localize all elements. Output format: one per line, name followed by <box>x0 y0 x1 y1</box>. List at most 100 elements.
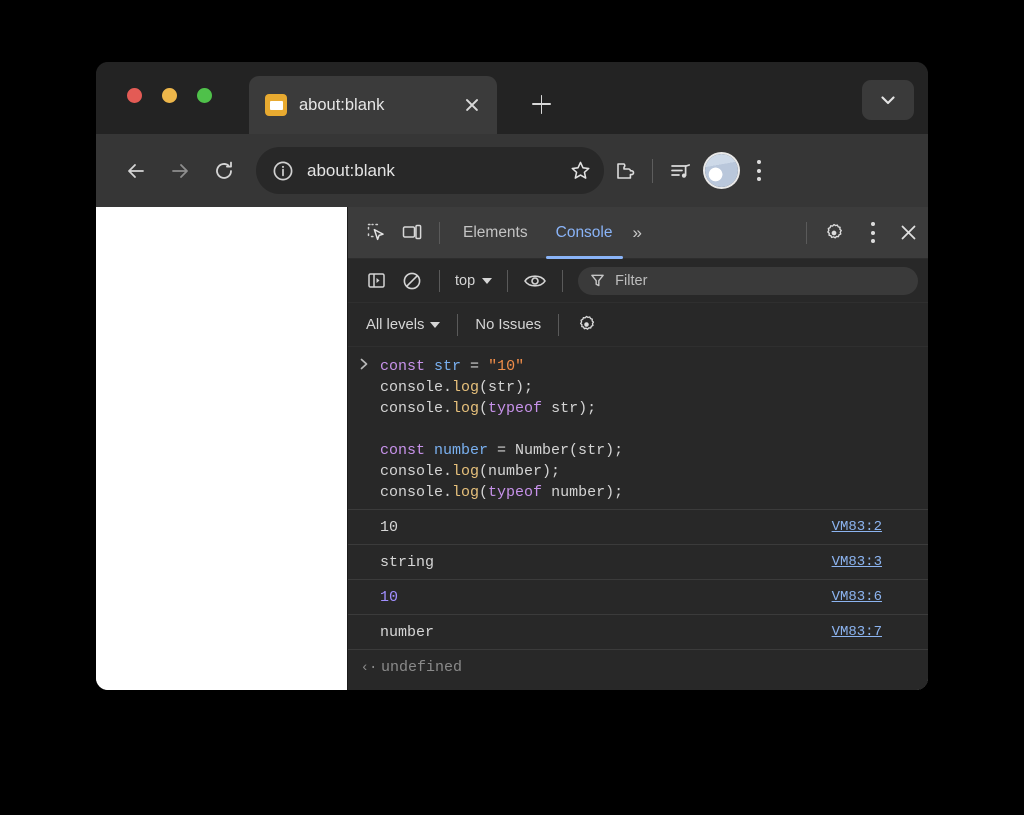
code-token-plain: (number); <box>479 463 561 480</box>
close-icon[interactable] <box>890 215 926 251</box>
console-source-link[interactable]: VM83:2 <box>832 519 882 535</box>
tab-strip: about:blank <box>96 62 928 134</box>
code-token-kw: const <box>380 358 426 375</box>
chevron-down-icon <box>881 96 895 105</box>
minimize-window-button[interactable] <box>162 88 177 103</box>
devtools-panel: Elements Console » top Filter All levels… <box>347 207 928 690</box>
console-settings-gear-icon[interactable] <box>568 307 604 343</box>
more-tabs-icon[interactable]: » <box>627 207 647 259</box>
console-output-row: string VM83:3 <box>348 544 928 579</box>
issues-counter[interactable]: No Issues <box>467 317 549 333</box>
back-button[interactable] <box>114 149 158 193</box>
tab-elements[interactable]: Elements <box>449 207 542 259</box>
devtools-tabbar: Elements Console » <box>348 207 928 259</box>
tab-search-button[interactable] <box>862 80 914 120</box>
filterbar-divider-2 <box>507 269 509 292</box>
prompt-chevron-icon <box>348 356 380 503</box>
forward-button[interactable] <box>158 149 202 193</box>
console-source-link[interactable]: VM83:3 <box>832 554 882 570</box>
arrow-left-icon <box>128 163 144 178</box>
console-result-value: undefined <box>381 659 463 676</box>
console-body[interactable]: const str = "10" console.log(str); conso… <box>348 347 928 690</box>
code-token-kw: const <box>380 442 426 459</box>
new-tab-button[interactable] <box>521 84 561 124</box>
code-token-plain: (str); <box>479 379 534 396</box>
console-sidebar-icon[interactable] <box>358 263 394 299</box>
console-output-row: 10 VM83:6 <box>348 579 928 614</box>
extensions-button[interactable] <box>604 150 646 192</box>
filter-funnel-icon <box>591 274 604 287</box>
info-circle-icon[interactable] <box>268 156 298 186</box>
puzzle-piece-icon <box>617 162 635 179</box>
return-arrow-icon: ‹· <box>360 659 378 676</box>
tabbar-divider-right <box>806 221 807 244</box>
search-input-placeholder: Filter <box>615 272 648 289</box>
console-output-row: number VM83:7 <box>348 614 928 649</box>
search-input[interactable]: Filter <box>578 266 918 295</box>
close-icon[interactable] <box>459 92 485 118</box>
maximize-window-button[interactable] <box>197 88 212 103</box>
code-token-str: "10" <box>488 358 525 375</box>
address-bar[interactable]: about:blank <box>256 147 604 194</box>
console-source-link[interactable]: VM83:7 <box>832 624 882 640</box>
clear-console-icon[interactable] <box>394 263 430 299</box>
profile-avatar[interactable] <box>705 154 738 187</box>
context-selector-label: top <box>455 272 476 289</box>
console-output-value: number <box>380 623 435 641</box>
code-token-fn: log <box>452 484 480 501</box>
kebab-menu-icon[interactable] <box>742 152 776 190</box>
filterbar-divider-1 <box>439 269 440 292</box>
levelbar-divider-1 <box>457 313 459 336</box>
code-token-plain: ( <box>479 400 489 417</box>
toolbar-divider <box>652 158 653 183</box>
arrow-right-icon <box>172 163 188 178</box>
browser-window: about:blank about:blank Elements Console… <box>96 62 928 690</box>
inspect-element-icon[interactable] <box>358 215 394 251</box>
console-result-row: ‹· undefined <box>348 649 928 685</box>
code-token-plain: number); <box>542 484 624 501</box>
console-output-value: 10 <box>380 518 399 536</box>
console-output-value: 10 <box>380 588 399 606</box>
console-level-bar: All levels No Issues <box>348 303 928 347</box>
reload-button[interactable] <box>202 149 246 193</box>
console-input-entry[interactable]: const str = "10" console.log(str); conso… <box>348 347 928 509</box>
gear-icon[interactable] <box>816 215 852 251</box>
code-token-plain: console. <box>380 400 453 417</box>
reload-icon <box>216 161 232 179</box>
chevron-down-icon <box>430 321 441 328</box>
code-token-plain: str); <box>542 400 597 417</box>
chevron-down-icon <box>482 277 493 284</box>
console-filter-bar: top Filter <box>348 259 928 303</box>
blank-page-favicon <box>265 94 287 116</box>
content-area: Elements Console » top Filter All levels… <box>96 207 928 690</box>
code-token-fn: log <box>452 463 480 480</box>
log-level-selector[interactable]: All levels <box>358 317 448 333</box>
close-window-button[interactable] <box>127 88 142 103</box>
code-token-kw: typeof <box>488 484 543 501</box>
window-traffic-lights <box>127 88 212 103</box>
devtools-more-options-icon[interactable] <box>856 214 890 252</box>
browser-tab[interactable]: about:blank <box>249 76 497 134</box>
filterbar-divider-3 <box>562 269 564 292</box>
media-playlist-icon <box>670 164 690 178</box>
context-selector[interactable]: top <box>449 273 498 289</box>
media-control-button[interactable] <box>659 150 701 192</box>
code-token-plain: = Number(str); <box>488 442 624 459</box>
code-token-fn: log <box>452 379 480 396</box>
console-output-value: string <box>380 553 435 571</box>
console-output-list: 10 VM83:2 string VM83:3 10 VM83:6 number VM83:7 <box>348 509 928 649</box>
tabbar-divider <box>439 221 440 244</box>
tab-title: about:blank <box>299 95 385 114</box>
levelbar-divider-2 <box>558 313 560 336</box>
star-icon[interactable] <box>562 153 598 189</box>
live-expression-icon[interactable] <box>517 263 553 299</box>
code-token-plain: console. <box>380 463 453 480</box>
tab-console[interactable]: Console <box>542 207 627 259</box>
console-source-link[interactable]: VM83:6 <box>832 589 882 605</box>
code-token-var: str <box>434 358 462 375</box>
issues-label: No Issues <box>475 316 542 333</box>
device-toolbar-icon[interactable] <box>394 215 430 251</box>
page-viewport <box>96 207 347 690</box>
address-bar-url: about:blank <box>307 160 395 180</box>
